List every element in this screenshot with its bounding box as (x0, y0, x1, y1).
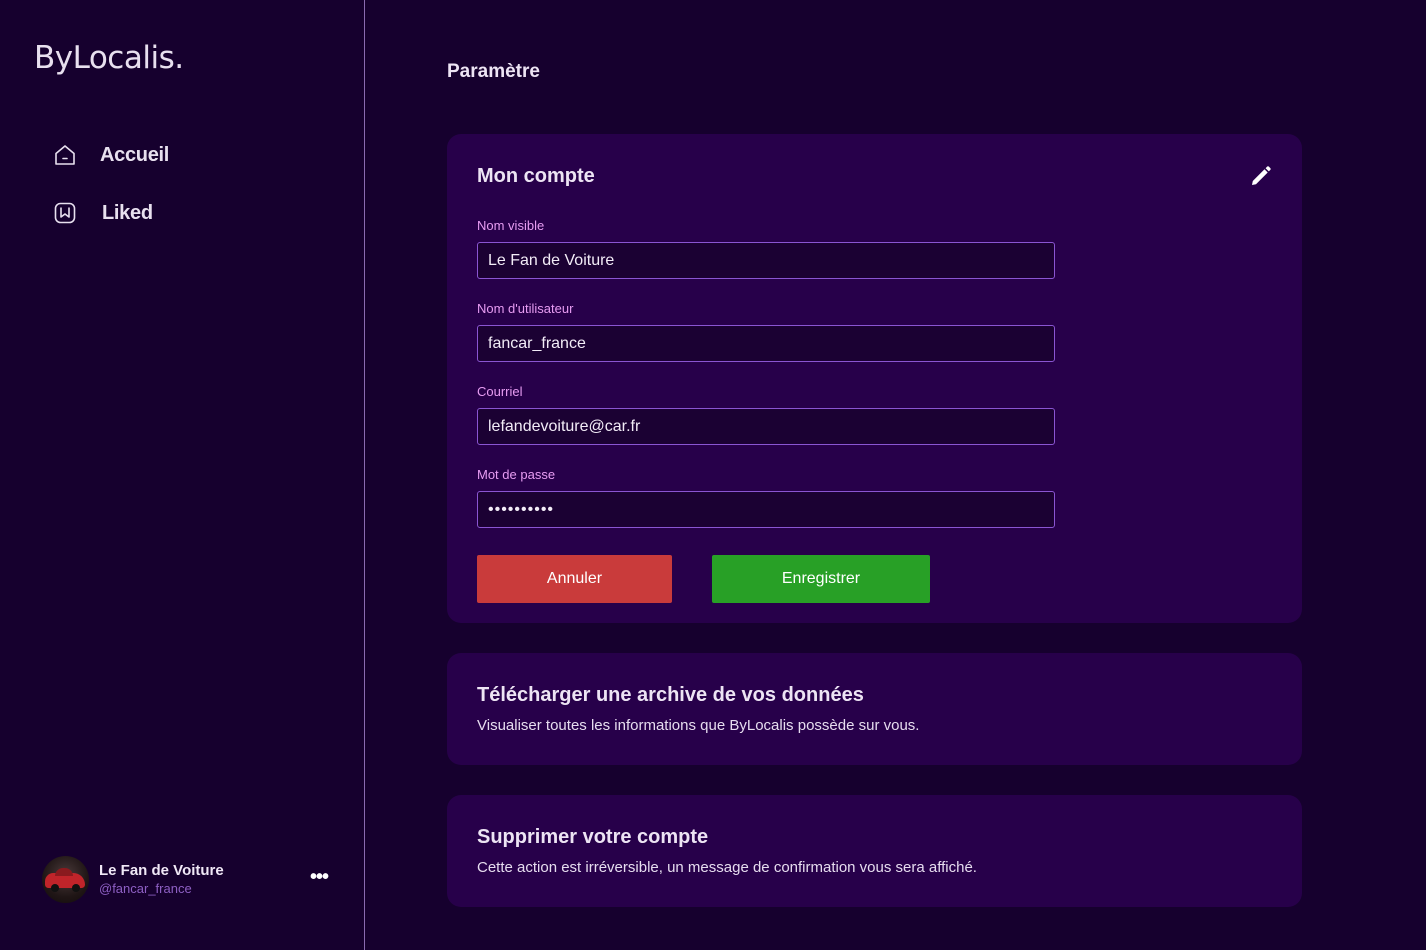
delete-account-card[interactable]: Supprimer votre compte Cette action est … (447, 795, 1302, 907)
profile-name: Le Fan de Voiture (99, 861, 224, 879)
download-archive-card[interactable]: Télécharger une archive de vos données V… (447, 653, 1302, 765)
edit-button[interactable] (1247, 164, 1273, 190)
profile-card[interactable]: Le Fan de Voiture @fancar_france ••• (42, 855, 342, 903)
more-options-button[interactable]: ••• (307, 865, 331, 889)
sidebar-item-liked[interactable]: Liked (52, 200, 153, 226)
profile-handle: @fancar_france (99, 880, 192, 896)
display-name-input[interactable] (477, 242, 1055, 279)
email-input[interactable] (477, 408, 1055, 445)
email-label: Courriel (477, 384, 523, 399)
app-logo[interactable]: ByLocalis. (34, 40, 184, 76)
avatar[interactable] (42, 855, 89, 903)
delete-description: Cette action est irréversible, un messag… (477, 859, 977, 876)
app: ByLocalis. Accueil Liked Le Fan de Voitu… (0, 0, 1426, 950)
cancel-button[interactable]: Annuler (477, 555, 672, 603)
display-name-label: Nom visible (477, 218, 545, 233)
account-card: Mon compte Nom visible Nom d'utilisateur… (447, 134, 1302, 623)
sidebar-item-accueil[interactable]: Accueil (52, 142, 169, 168)
car-wheel (72, 883, 80, 892)
bookmark-icon (52, 200, 78, 226)
sidebar: ByLocalis. Accueil Liked Le Fan de Voitu… (0, 0, 365, 950)
sidebar-item-label: Accueil (100, 143, 170, 166)
page-title: Paramètre (447, 61, 540, 82)
account-title: Mon compte (477, 165, 595, 187)
delete-title: Supprimer votre compte (477, 826, 709, 848)
username-input[interactable] (477, 325, 1055, 362)
archive-description: Visualiser toutes les informations que B… (477, 717, 920, 734)
car-wheel (51, 883, 59, 892)
profile-info: Le Fan de Voiture @fancar_france (99, 862, 224, 897)
password-input[interactable] (477, 491, 1055, 528)
home-icon (52, 142, 78, 168)
save-button[interactable]: Enregistrer (712, 555, 930, 603)
pencil-icon (1252, 166, 1271, 185)
sidebar-item-label: Liked (102, 201, 153, 224)
password-label: Mot de passe (477, 467, 556, 482)
username-label: Nom d'utilisateur (477, 301, 574, 316)
archive-title: Télécharger une archive de vos données (477, 684, 864, 706)
more-icon: ••• (309, 865, 329, 888)
